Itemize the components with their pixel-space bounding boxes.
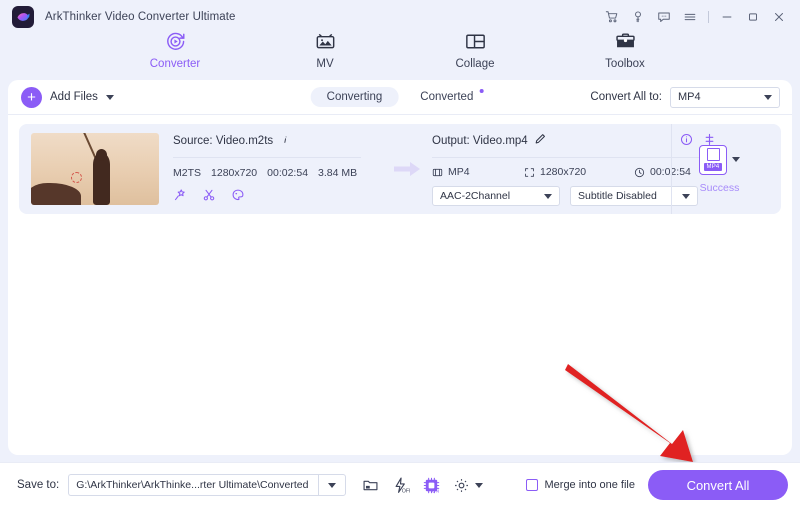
bottom-icon-group: OFF ON bbox=[362, 476, 484, 495]
convert-all-button[interactable]: Convert All bbox=[648, 470, 788, 500]
source-format: M2TS bbox=[173, 166, 202, 179]
toolbox-icon bbox=[613, 28, 638, 54]
main-nav: Converter MV Collage Toolbox bbox=[0, 26, 800, 78]
merge-checkbox[interactable] bbox=[525, 479, 538, 491]
high-speed-state-label: OFF bbox=[402, 488, 410, 494]
source-meta: M2TS 1280x720 00:02:54 3.84 MB bbox=[173, 167, 378, 179]
save-to-history-dropdown[interactable] bbox=[318, 474, 347, 496]
app-window: ArkThinker Video Converter Ultimate Conv… bbox=[0, 0, 800, 507]
merge-into-one-file-group[interactable]: Merge into one file bbox=[525, 479, 636, 491]
divider bbox=[173, 156, 361, 158]
conversion-arrow-icon bbox=[390, 159, 424, 179]
nav-item-converter[interactable]: Converter bbox=[127, 26, 223, 70]
trim-icon[interactable] bbox=[202, 188, 216, 207]
badge-format-label: MP4 bbox=[703, 163, 723, 171]
nav-item-collage[interactable]: Collage bbox=[427, 26, 523, 70]
add-files-button[interactable]: + Add Files bbox=[21, 86, 114, 108]
convert-all-to-group: Convert All to: MP4 bbox=[590, 86, 780, 108]
app-title: ArkThinker Video Converter Ultimate bbox=[45, 11, 236, 23]
enhance-icon[interactable] bbox=[173, 188, 187, 207]
status-tabs: Converting Converted bbox=[310, 87, 490, 107]
output-format: MP4 bbox=[448, 166, 470, 178]
save-to-path-value: G:\ArkThinker\ArkThinke...rter Ultimate\… bbox=[76, 479, 309, 491]
output-resolution-group: 1280x720 bbox=[524, 166, 634, 178]
source-tools bbox=[173, 188, 378, 207]
converter-icon bbox=[163, 28, 188, 54]
thumbnail-head bbox=[96, 149, 107, 161]
app-logo-icon bbox=[12, 6, 34, 28]
content-panel: + Add Files Converting Converted Convert… bbox=[8, 80, 792, 455]
tab-converted[interactable]: Converted bbox=[404, 87, 489, 107]
audio-track-value: AAC-2Channel bbox=[440, 190, 511, 202]
plus-icon: + bbox=[21, 86, 42, 108]
video-thumbnail[interactable] bbox=[31, 133, 159, 205]
mv-icon bbox=[313, 28, 338, 54]
film-icon bbox=[432, 168, 443, 176]
chevron-down-icon[interactable] bbox=[732, 157, 740, 162]
source-size: 3.84 MB bbox=[318, 166, 358, 179]
output-resolution: 1280x720 bbox=[540, 166, 587, 178]
badge-strip bbox=[706, 148, 720, 161]
format-badge-row: MP4 bbox=[699, 144, 740, 175]
chevron-down-icon[interactable] bbox=[105, 94, 114, 100]
effects-icon[interactable] bbox=[231, 188, 245, 207]
output-format-badge-icon[interactable]: MP4 bbox=[699, 144, 727, 175]
source-info-icon[interactable] bbox=[280, 132, 291, 150]
bottom-bar: Save to: G:\ArkThinker\ArkThinke...rter … bbox=[0, 462, 800, 507]
tab-label: Converting bbox=[326, 91, 383, 103]
add-files-label: Add Files bbox=[50, 91, 98, 103]
chevron-down-icon bbox=[544, 193, 552, 199]
source-duration: 00:02:54 bbox=[267, 166, 309, 179]
source-title-row: Source: Video.m2ts bbox=[173, 132, 378, 150]
source-resolution: 1280x720 bbox=[211, 166, 258, 179]
nav-label: Converter bbox=[149, 58, 201, 70]
status-badge: Success bbox=[699, 181, 740, 194]
gpu-acceleration-icon[interactable]: ON bbox=[422, 476, 441, 495]
collage-icon bbox=[463, 28, 488, 54]
nav-label: Collage bbox=[455, 58, 495, 70]
subtitle-track-value: Subtitle Disabled bbox=[578, 190, 657, 202]
output-format-group: MP4 bbox=[432, 166, 524, 178]
high-speed-conversion-icon[interactable]: OFF bbox=[391, 476, 410, 495]
save-to-label: Save to: bbox=[17, 479, 60, 491]
thumbnail-foreground bbox=[31, 183, 81, 205]
chevron-down-icon bbox=[328, 482, 337, 488]
file-item-card[interactable]: Source: Video.m2ts M2TS 1280x720 00:02:5… bbox=[19, 124, 781, 214]
content-toolbar: + Add Files Converting Converted Convert… bbox=[8, 80, 792, 115]
thumbnail-marker bbox=[71, 172, 82, 183]
audio-track-select[interactable]: AAC-2Channel bbox=[432, 186, 560, 206]
divider bbox=[432, 157, 710, 158]
rename-pencil-icon[interactable] bbox=[534, 132, 546, 150]
tab-converting[interactable]: Converting bbox=[310, 87, 399, 107]
convert-all-to-label: Convert All to: bbox=[590, 91, 662, 103]
tab-label: Converted bbox=[420, 91, 474, 103]
chevron-down-icon bbox=[764, 94, 772, 100]
convert-all-label: Convert All bbox=[686, 477, 750, 493]
output-filename: Output: Video.mp4 bbox=[432, 135, 528, 147]
merge-label: Merge into one file bbox=[544, 479, 636, 491]
convert-all-to-value: MP4 bbox=[678, 91, 701, 103]
source-column: Source: Video.m2ts M2TS 1280x720 00:02:5… bbox=[173, 132, 378, 207]
nav-label: Toolbox bbox=[605, 58, 645, 70]
status-column: MP4 Success bbox=[671, 124, 767, 214]
gpu-state-label: ON bbox=[432, 488, 440, 494]
divider bbox=[708, 11, 709, 23]
source-filename: Source: Video.m2ts bbox=[173, 134, 274, 147]
preferences-gear-icon[interactable] bbox=[453, 477, 484, 494]
resize-icon bbox=[525, 167, 534, 177]
nav-item-toolbox[interactable]: Toolbox bbox=[577, 26, 673, 70]
nav-label: MV bbox=[316, 58, 334, 70]
open-folder-icon[interactable] bbox=[362, 477, 379, 494]
nav-item-mv[interactable]: MV bbox=[277, 26, 373, 70]
save-to-path-input[interactable]: G:\ArkThinker\ArkThinke...rter Ultimate\… bbox=[68, 474, 319, 496]
convert-all-to-select[interactable]: MP4 bbox=[670, 86, 780, 108]
new-badge-dot bbox=[479, 89, 484, 93]
clock-icon bbox=[634, 167, 645, 177]
chevron-down-icon[interactable] bbox=[475, 482, 484, 488]
